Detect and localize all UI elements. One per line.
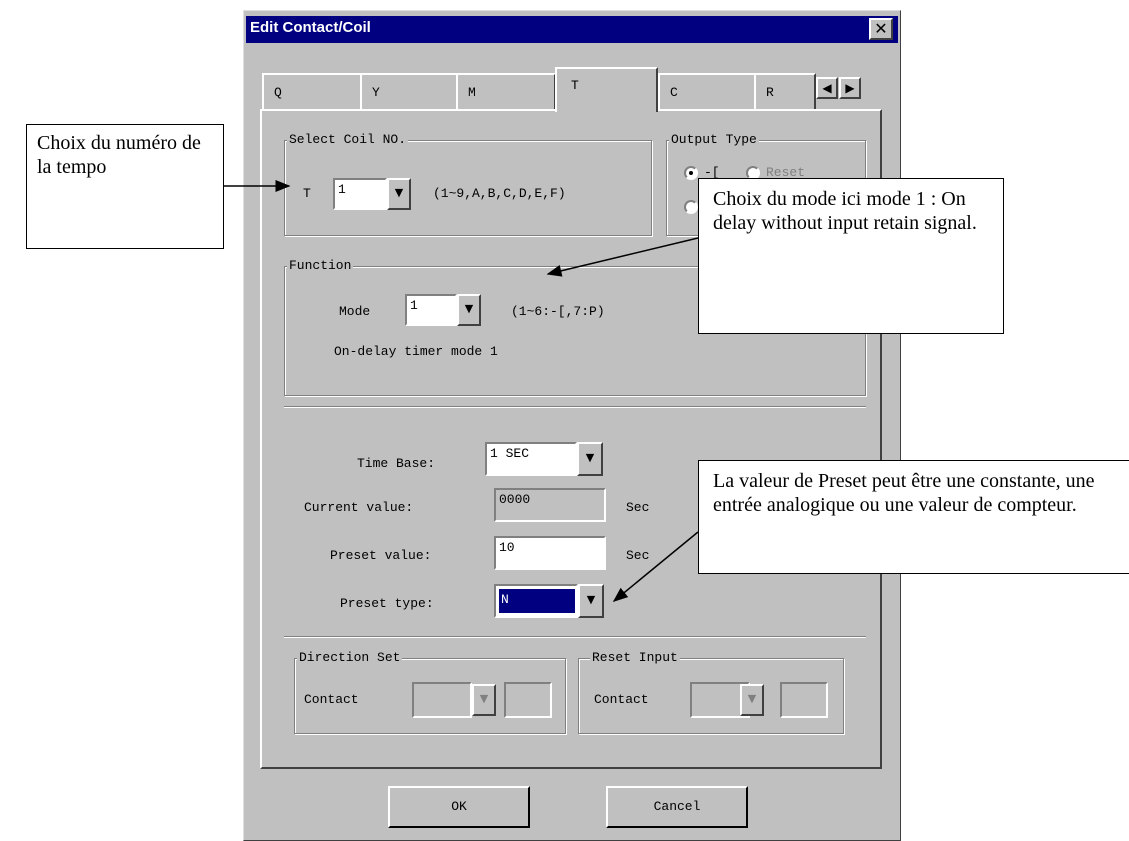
tab-r[interactable]: R: [754, 73, 816, 109]
function-legend: Function: [287, 258, 354, 273]
tab-q[interactable]: Q: [262, 73, 362, 109]
tab-scroll-left-button[interactable]: ◀: [816, 77, 838, 99]
close-icon: ✕: [874, 19, 888, 38]
output-type-legend: Output Type: [669, 132, 759, 147]
preset-type-select[interactable]: N: [494, 584, 578, 618]
time-base-value: 1 SEC: [490, 446, 530, 461]
coil-number-value: 1: [338, 182, 346, 197]
tab-label: T: [571, 78, 579, 93]
chevron-down-icon: ▼: [464, 302, 474, 315]
preset-type-value: N: [499, 589, 575, 613]
output-type-radio-3[interactable]: [684, 200, 698, 214]
current-value-field: 0000: [494, 488, 606, 522]
reset-contact-label: Contact: [594, 692, 649, 707]
preset-type-label: Preset type:: [340, 596, 434, 611]
arrow-right-icon: ▶: [845, 81, 855, 95]
chevron-down-icon: ▼: [586, 593, 596, 606]
callout-mode: Choix du mode ici mode 1 : On delay with…: [698, 178, 1004, 334]
preset-value-unit: Sec: [626, 548, 650, 563]
coil-number-select[interactable]: 1: [333, 178, 387, 210]
time-base-dropdown-button[interactable]: ▼: [577, 442, 603, 476]
section-divider: [284, 406, 866, 408]
current-value-unit: Sec: [626, 500, 650, 515]
section-divider: [284, 636, 866, 638]
mode-hint: (1~6:-[,7:P): [511, 304, 605, 319]
current-value: 0000: [499, 492, 531, 507]
mode-dropdown-button[interactable]: ▼: [457, 294, 481, 326]
coil-number-dropdown-button[interactable]: ▼: [387, 178, 411, 210]
callout-preset: La valeur de Preset peut être une consta…: [698, 460, 1129, 574]
tab-label: Q: [274, 85, 282, 100]
chevron-down-icon: ▼: [747, 692, 757, 705]
tab-c[interactable]: C: [658, 73, 756, 109]
ok-button[interactable]: OK: [388, 786, 530, 828]
tab-label: R: [766, 85, 774, 100]
chevron-down-icon: ▼: [479, 692, 489, 705]
radio-dot: [689, 171, 693, 175]
preset-value-label: Preset value:: [330, 548, 432, 563]
select-coil-legend: Select Coil NO.: [287, 132, 409, 147]
tab-label: Y: [372, 85, 380, 100]
direction-contact-label: Contact: [304, 692, 359, 707]
chevron-down-icon: ▼: [585, 451, 595, 464]
output-type-radio-coil[interactable]: [684, 166, 698, 180]
direction-contact-dropdown-button[interactable]: ▼: [472, 684, 496, 716]
cancel-button[interactable]: Cancel: [606, 786, 748, 828]
reset-contact-dropdown-button[interactable]: ▼: [740, 684, 764, 716]
current-value-label: Current value:: [304, 500, 414, 515]
cancel-button-label: Cancel: [653, 799, 701, 814]
time-base-select[interactable]: 1 SEC: [485, 442, 577, 476]
direction-set-legend: Direction Set: [297, 650, 403, 665]
tab-y[interactable]: Y: [360, 73, 458, 109]
mode-value: 1: [410, 298, 418, 313]
tab-t[interactable]: T: [555, 67, 658, 112]
ok-button-label: OK: [451, 799, 467, 814]
reset-contact-number-field[interactable]: [780, 682, 828, 718]
tab-label: C: [670, 85, 678, 100]
reset-input-legend: Reset Input: [590, 650, 680, 665]
preset-type-dropdown-button[interactable]: ▼: [578, 584, 604, 618]
close-button[interactable]: ✕: [869, 18, 893, 40]
direction-contact-number-field[interactable]: [504, 682, 552, 718]
arrow-left-icon: ◀: [822, 81, 832, 95]
time-base-label: Time Base:: [357, 456, 436, 471]
coil-prefix-label: T: [303, 186, 311, 201]
mode-select[interactable]: 1: [405, 294, 457, 326]
preset-value-input[interactable]: 10: [494, 536, 606, 570]
mode-description: On-delay timer mode 1: [334, 344, 498, 359]
callout-coil-number: Choix du numéro de la tempo: [26, 124, 224, 249]
tab-label: M: [468, 85, 476, 100]
coil-number-hint: (1~9,A,B,C,D,E,F): [433, 186, 566, 201]
dialog-title: Edit Contact/Coil: [250, 19, 371, 36]
tab-scroll-right-button[interactable]: ▶: [839, 77, 861, 99]
direction-contact-select[interactable]: [412, 682, 472, 718]
chevron-down-icon: ▼: [394, 186, 404, 199]
tab-m[interactable]: M: [456, 73, 556, 109]
mode-label: Mode: [339, 304, 371, 319]
preset-value: 10: [499, 540, 515, 555]
